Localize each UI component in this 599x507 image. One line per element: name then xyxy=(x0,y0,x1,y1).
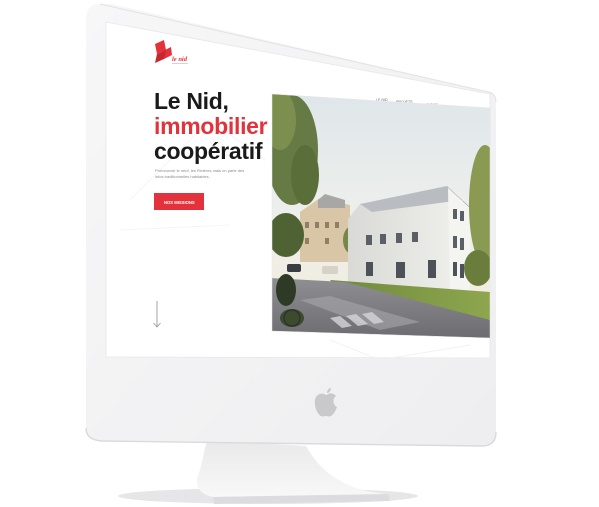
hero-text-line1: Promouvoir le neuf, les Rivières mais on… xyxy=(155,168,244,173)
hero-photo xyxy=(272,94,490,338)
hero-title-line3: coopératif xyxy=(154,138,263,164)
stand xyxy=(196,440,388,497)
missions-button-label: NOS MISSIONS xyxy=(164,200,195,205)
hero-text-line2: infos traditionnelles habitables. xyxy=(155,174,210,179)
missions-button[interactable]: NOS MISSIONS xyxy=(154,193,204,210)
imac-illustration: le nid LE NID PROJETS BOUTIQUE CONTACT L… xyxy=(85,3,497,504)
hero-title-line2: immobilier xyxy=(154,113,268,139)
logo-text: le nid xyxy=(172,56,188,63)
hero-title-line1: Le Nid, xyxy=(154,88,229,114)
imac-mockup: le nid LE NID PROJETS BOUTIQUE CONTACT L… xyxy=(0,0,599,507)
